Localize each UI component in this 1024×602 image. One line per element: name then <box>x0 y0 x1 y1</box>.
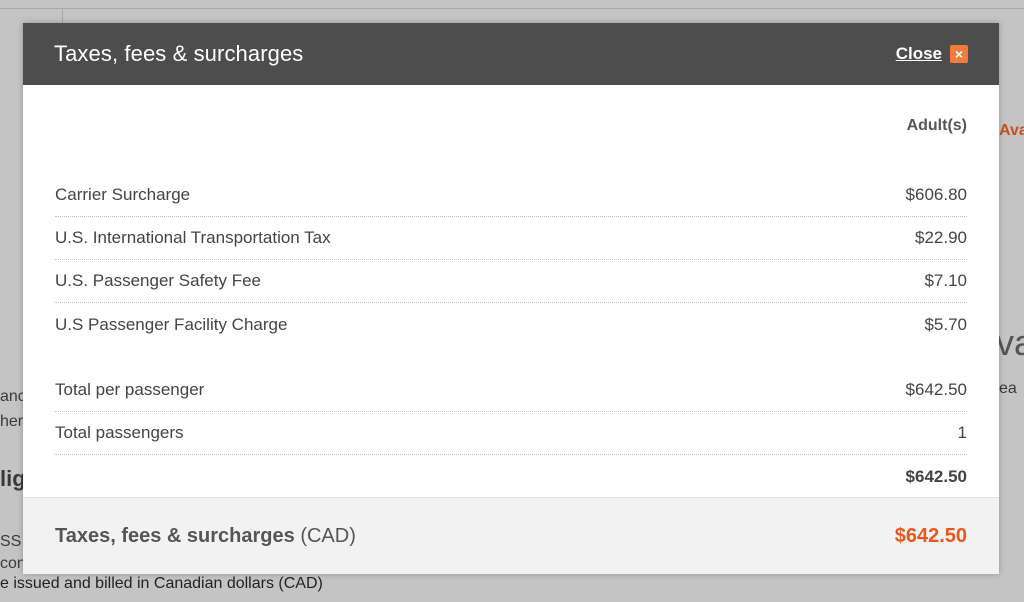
footer-total-amount: $642.50 <box>894 524 967 547</box>
fee-row: U.S. Passenger Safety Fee $7.10 <box>55 260 967 303</box>
modal-footer: Taxes, fees & surcharges (CAD) $642.50 <box>23 497 999 574</box>
background-divider <box>0 8 1024 9</box>
background-text: anc <box>0 388 26 405</box>
background-heading: va <box>996 322 1024 363</box>
fee-amount: $5.70 <box>924 314 967 334</box>
taxes-fees-modal: Taxes, fees & surcharges Close × Adult(s… <box>23 23 999 574</box>
fee-row: Carrier Surcharge $606.80 <box>55 174 967 217</box>
fee-row: U.S. International Transportation Tax $2… <box>55 217 967 260</box>
background-link: Ava <box>999 122 1024 139</box>
total-passengers-row: Total passengers 1 <box>55 412 967 455</box>
close-icon[interactable]: × <box>950 45 968 63</box>
footer-currency: (CAD) <box>300 524 356 547</box>
background-text: con <box>0 555 26 572</box>
fee-label: Carrier Surcharge <box>55 185 191 204</box>
fee-amount: $7.10 <box>924 271 967 290</box>
footer-label-text: Taxes, fees & surcharges <box>55 524 295 547</box>
fee-amount: $606.80 <box>905 185 967 204</box>
modal-header: Taxes, fees & surcharges Close × <box>23 23 999 85</box>
total-amount: $642.50 <box>905 380 967 399</box>
total-label: Total per passenger <box>55 380 205 399</box>
modal-title: Taxes, fees & surcharges <box>54 41 304 66</box>
fee-label: U.S Passenger Facility Charge <box>55 314 288 334</box>
background-text: ea <box>999 380 1017 397</box>
close-button[interactable]: Close × <box>896 44 968 64</box>
billing-note: e issued and billed in Canadian dollars … <box>0 575 323 592</box>
fee-label: U.S. International Transportation Tax <box>55 228 331 247</box>
subtotal-row: $642.50 <box>55 455 967 498</box>
fee-amount: $22.90 <box>915 228 967 247</box>
footer-label: Taxes, fees & surcharges (CAD) <box>55 525 356 548</box>
fee-row: U.S Passenger Facility Charge $5.70 <box>55 303 967 346</box>
close-label[interactable]: Close <box>896 44 942 64</box>
column-header-adults: Adult(s) <box>906 117 967 134</box>
fee-label: U.S. Passenger Safety Fee <box>55 271 261 290</box>
background-text: SS <box>0 533 22 550</box>
background-heading: lig <box>0 466 26 491</box>
subtotal-amount: $642.50 <box>905 466 967 486</box>
background-text: her <box>0 413 24 430</box>
total-amount: 1 <box>957 423 967 442</box>
total-label: Total passengers <box>55 423 184 442</box>
total-per-passenger-row: Total per passenger $642.50 <box>55 369 967 412</box>
